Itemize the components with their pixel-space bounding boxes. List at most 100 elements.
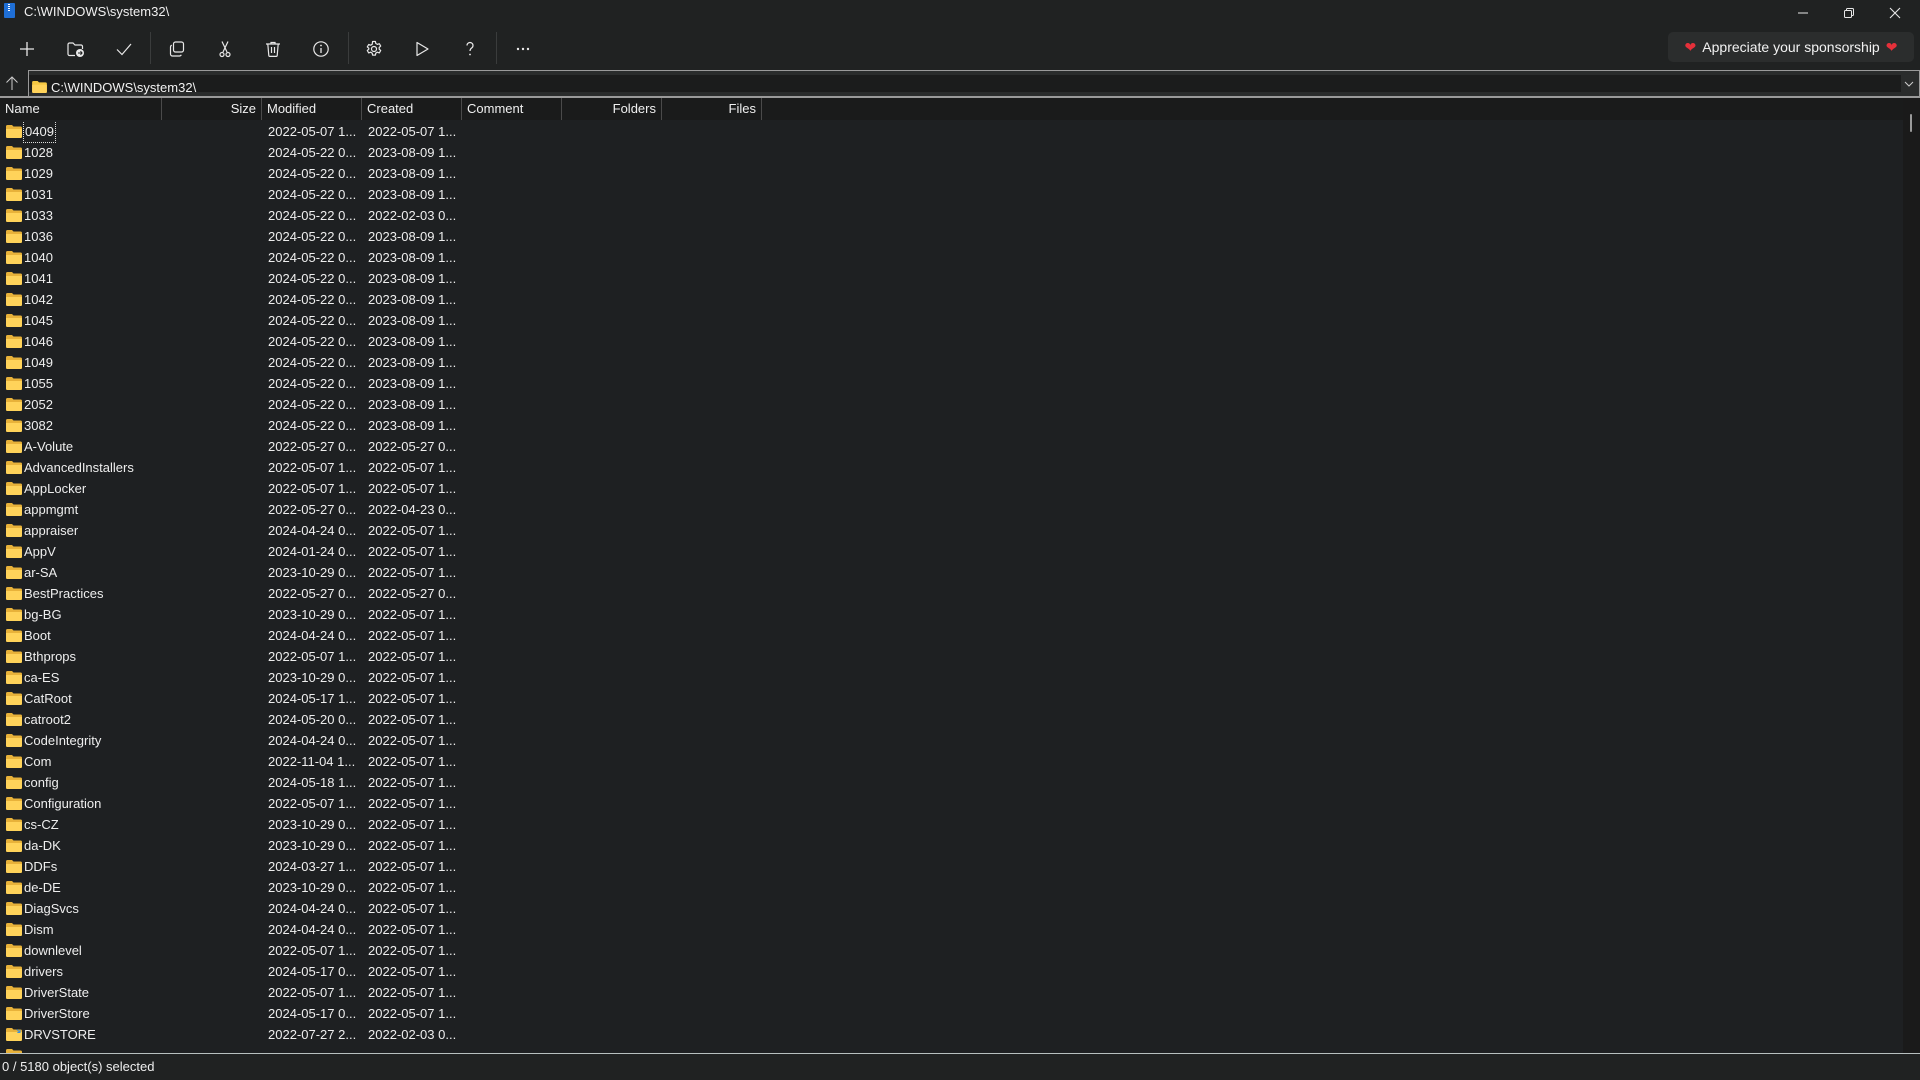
list-row[interactable]: DriverStore 2024-05-17 0... 2022-05-07 1..…	[0, 1003, 1903, 1024]
column-header-created[interactable]: Created	[362, 98, 462, 120]
list-row[interactable]: 1049 2024-05-22 0... 2023-08-09 1...	[0, 352, 1903, 373]
add-button[interactable]	[7, 32, 47, 66]
list-row[interactable]: AppLocker 2022-05-07 1... 2022-05-07 1...	[0, 478, 1903, 499]
move-button[interactable]	[205, 32, 245, 66]
row-name: DiagSvcs	[24, 901, 79, 916]
list-row[interactable]: appraiser 2024-04-24 0... 2022-05-07 1...	[0, 520, 1903, 541]
row-created: 2023-08-09 1...	[368, 418, 457, 433]
list-row[interactable]: DiagSvcs 2024-04-24 0... 2022-05-07 1...	[0, 898, 1903, 919]
cut-icon	[219, 41, 231, 58]
folder-shortcut-icon	[6, 1028, 22, 1041]
column-header-files[interactable]: Files	[662, 98, 762, 120]
list-row[interactable]: A-Volute 2022-05-27 0... 2022-05-27 0...	[0, 436, 1903, 457]
list-row[interactable]: Bthprops 2022-05-07 1... 2022-05-07 1...	[0, 646, 1903, 667]
extract-button[interactable]	[56, 32, 96, 66]
test-button[interactable]	[104, 32, 144, 66]
list-row[interactable]: config 2024-05-18 1... 2022-05-07 1...	[0, 772, 1903, 793]
list-row[interactable]: AppV 2024-01-24 0... 2022-05-07 1...	[0, 541, 1903, 562]
list-row[interactable]: bg-BG 2023-10-29 0... 2022-05-07 1...	[0, 604, 1903, 625]
title-bar: C:\WINDOWS\system32\	[0, 0, 1920, 26]
list-row[interactable]: cs-CZ 2023-10-29 0... 2022-05-07 1...	[0, 814, 1903, 835]
row-created: 2022-05-07 1...	[368, 1006, 457, 1021]
row-name: 1041	[24, 271, 53, 286]
list-row[interactable]: de-DE 2023-10-29 0... 2022-05-07 1...	[0, 877, 1903, 898]
toolbar-separator	[150, 32, 151, 64]
list-row[interactable]: Com 2022-11-04 1... 2022-05-07 1...	[0, 751, 1903, 772]
list-row[interactable]: 1040 2024-05-22 0... 2023-08-09 1...	[0, 247, 1903, 268]
column-header-modified[interactable]: Modified	[262, 98, 362, 120]
row-created: 2022-05-07 1...	[368, 670, 457, 685]
info-button[interactable]	[301, 32, 341, 66]
list-row[interactable]: ar-SA 2023-10-29 0... 2022-05-07 1...	[0, 562, 1903, 583]
delete-button[interactable]	[253, 32, 293, 66]
address-dropdown-button[interactable]	[1901, 75, 1917, 92]
scrollbar-thumb[interactable]	[1910, 114, 1912, 132]
row-name: 1042	[24, 292, 53, 307]
list-row[interactable]: DRVSTORE 2022-07-27 2... 2022-02-03 0...	[0, 1024, 1903, 1045]
row-name: ar-SA	[24, 565, 58, 580]
list-row[interactable]: 1042 2024-05-22 0... 2023-08-09 1...	[0, 289, 1903, 310]
list-row[interactable]: 1041 2024-05-22 0... 2023-08-09 1...	[0, 268, 1903, 289]
row-created: 2022-05-07 1...	[368, 712, 457, 727]
column-header-folders[interactable]: Folders	[562, 98, 662, 120]
folder-icon	[6, 839, 22, 852]
play-icon	[416, 41, 429, 57]
column-header-comment[interactable]: Comment	[462, 98, 562, 120]
help-button[interactable]	[450, 32, 490, 66]
minimize-button[interactable]	[1780, 0, 1826, 26]
list-row[interactable]: downlevel 2022-05-07 1... 2022-05-07 1...	[0, 940, 1903, 961]
more-button[interactable]	[503, 32, 543, 66]
close-button[interactable]	[1872, 0, 1918, 26]
list-row[interactable]: CodeIntegrity 2024-04-24 0... 2022-05-07 1…	[0, 730, 1903, 751]
list-row[interactable]: 1031 2024-05-22 0... 2023-08-09 1...	[0, 184, 1903, 205]
list-row[interactable]: Dism 2024-04-24 0... 2022-05-07 1...	[0, 919, 1903, 940]
restore-button[interactable]	[1826, 0, 1872, 26]
plus-icon	[20, 42, 34, 56]
list-row[interactable]: ca-ES 2023-10-29 0... 2022-05-07 1...	[0, 667, 1903, 688]
list-row[interactable]: da-DK 2023-10-29 0... 2022-05-07 1...	[0, 835, 1903, 856]
column-header-name[interactable]: Name	[0, 98, 162, 120]
list-row[interactable]: Configuration 2022-05-07 1... 2022-05-07 1…	[0, 793, 1903, 814]
row-modified: 2022-07-27 2...	[268, 1027, 357, 1042]
copy-button[interactable]	[157, 32, 197, 66]
list-row[interactable]: 1028 2024-05-22 0... 2023-08-09 1...	[0, 142, 1903, 163]
list-row[interactable]: 1055 2024-05-22 0... 2023-08-09 1...	[0, 373, 1903, 394]
row-modified: 2022-05-07 1...	[268, 796, 357, 811]
list-row[interactable]: 1033 2024-05-22 0... 2022-02-03 0...	[0, 205, 1903, 226]
address-combobox[interactable]: C:\WINDOWS\system32\	[28, 70, 1920, 96]
folder-icon	[6, 881, 22, 894]
file-list[interactable]: Name Size Modified Created Comment Folde…	[0, 96, 1920, 1053]
list-row[interactable]: drivers 2024-05-17 0... 2022-05-07 1...	[0, 961, 1903, 982]
row-modified: 2024-04-24 0...	[268, 901, 357, 916]
sponsor-button[interactable]: ❤ Appreciate your sponsorship ❤	[1668, 32, 1914, 62]
row-name: appraiser	[24, 523, 79, 538]
column-header-size[interactable]: Size	[162, 98, 262, 120]
list-row[interactable]: 3082 2024-05-22 0... 2023-08-09 1...	[0, 415, 1903, 436]
list-row[interactable]: 1045 2024-05-22 0... 2023-08-09 1...	[0, 310, 1903, 331]
folder-icon	[6, 734, 22, 747]
benchmark-button[interactable]	[402, 32, 442, 66]
list-row[interactable]: DDFs 2024-03-27 1... 2022-05-07 1...	[0, 856, 1903, 877]
list-row[interactable]: CatRoot 2024-05-17 1... 2022-05-07 1...	[0, 688, 1903, 709]
list-row[interactable]: AdvancedInstallers 2022-05-07 1... 2022-05…	[0, 457, 1903, 478]
list-row[interactable]: 1036 2024-05-22 0... 2023-08-09 1...	[0, 226, 1903, 247]
list-row[interactable]: BestPractices 2022-05-27 0... 2022-05-27 0…	[0, 583, 1903, 604]
up-folder-button[interactable]	[0, 73, 24, 93]
row-modified: 2022-05-27 0...	[268, 502, 357, 517]
list-row[interactable]: 1029 2024-05-22 0... 2023-08-09 1...	[0, 163, 1903, 184]
list-row[interactable]: 1046 2024-05-22 0... 2023-08-09 1...	[0, 331, 1903, 352]
vertical-scrollbar[interactable]	[1903, 98, 1920, 1053]
list-row[interactable]: 2052 2024-05-22 0... 2023-08-09 1...	[0, 394, 1903, 415]
address-input[interactable]: C:\WINDOWS\system32\	[29, 75, 1901, 95]
list-row[interactable]: appmgmt 2022-05-27 0... 2022-04-23 0...	[0, 499, 1903, 520]
row-modified: 2024-05-22 0...	[268, 313, 357, 328]
row-name: 0409	[23, 121, 56, 143]
list-row[interactable]: catroot2 2024-05-20 0... 2022-05-07 1...	[0, 709, 1903, 730]
settings-button[interactable]	[354, 32, 394, 66]
list-row[interactable]: DriverState 2022-05-07 1... 2022-05-07 1..…	[0, 982, 1903, 1003]
row-created: 2022-05-07 1...	[368, 838, 457, 853]
close-icon	[1889, 7, 1901, 19]
list-row[interactable]: Boot 2024-04-24 0... 2022-05-07 1...	[0, 625, 1903, 646]
list-row[interactable]: 0409 2022-05-07 1... 2022-05-07 1...	[0, 121, 1903, 143]
folder-icon	[6, 377, 22, 390]
